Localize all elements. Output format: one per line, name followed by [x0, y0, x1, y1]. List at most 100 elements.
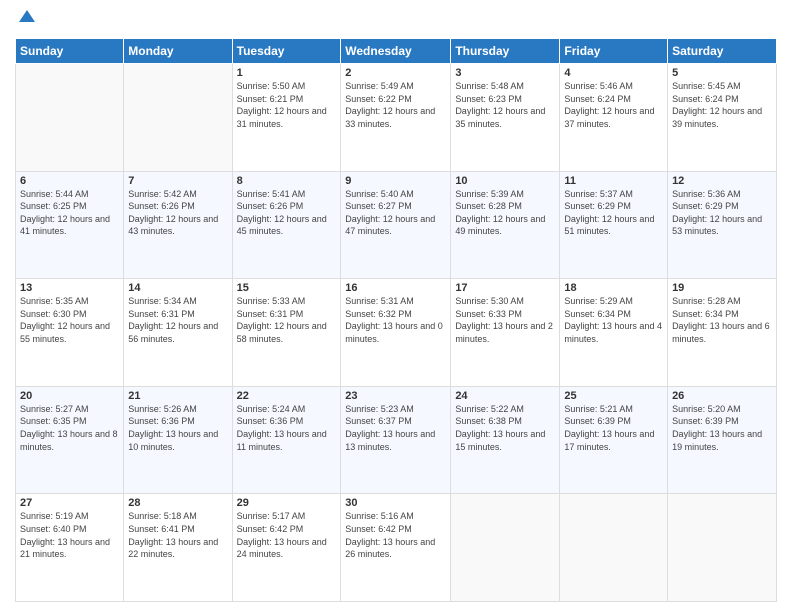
calendar-cell: 21Sunrise: 5:26 AM Sunset: 6:36 PM Dayli…: [124, 386, 232, 494]
calendar-week-row: 6Sunrise: 5:44 AM Sunset: 6:25 PM Daylig…: [16, 171, 777, 279]
calendar-cell: 17Sunrise: 5:30 AM Sunset: 6:33 PM Dayli…: [451, 279, 560, 387]
day-number: 28: [128, 497, 227, 509]
day-number: 14: [128, 282, 227, 294]
day-number: 7: [128, 175, 227, 187]
day-number: 4: [564, 67, 663, 79]
calendar-cell: 22Sunrise: 5:24 AM Sunset: 6:36 PM Dayli…: [232, 386, 341, 494]
calendar-cell: 4Sunrise: 5:46 AM Sunset: 6:24 PM Daylig…: [560, 64, 668, 172]
calendar-cell: 1Sunrise: 5:50 AM Sunset: 6:21 PM Daylig…: [232, 64, 341, 172]
calendar-cell: 19Sunrise: 5:28 AM Sunset: 6:34 PM Dayli…: [668, 279, 777, 387]
day-info: Sunrise: 5:26 AM Sunset: 6:36 PM Dayligh…: [128, 403, 227, 453]
day-number: 12: [672, 175, 772, 187]
calendar-cell: 7Sunrise: 5:42 AM Sunset: 6:26 PM Daylig…: [124, 171, 232, 279]
day-number: 29: [237, 497, 337, 509]
calendar-cell: 23Sunrise: 5:23 AM Sunset: 6:37 PM Dayli…: [341, 386, 451, 494]
day-number: 19: [672, 282, 772, 294]
calendar-cell: 25Sunrise: 5:21 AM Sunset: 6:39 PM Dayli…: [560, 386, 668, 494]
day-info: Sunrise: 5:28 AM Sunset: 6:34 PM Dayligh…: [672, 295, 772, 345]
day-info: Sunrise: 5:33 AM Sunset: 6:31 PM Dayligh…: [237, 295, 337, 345]
day-info: Sunrise: 5:31 AM Sunset: 6:32 PM Dayligh…: [345, 295, 446, 345]
day-info: Sunrise: 5:24 AM Sunset: 6:36 PM Dayligh…: [237, 403, 337, 453]
day-number: 8: [237, 175, 337, 187]
logo: [15, 10, 37, 30]
day-info: Sunrise: 5:23 AM Sunset: 6:37 PM Dayligh…: [345, 403, 446, 453]
day-info: Sunrise: 5:29 AM Sunset: 6:34 PM Dayligh…: [564, 295, 663, 345]
header: [15, 10, 777, 30]
day-info: Sunrise: 5:19 AM Sunset: 6:40 PM Dayligh…: [20, 510, 119, 560]
calendar-cell: 13Sunrise: 5:35 AM Sunset: 6:30 PM Dayli…: [16, 279, 124, 387]
day-number: 3: [455, 67, 555, 79]
day-number: 16: [345, 282, 446, 294]
day-info: Sunrise: 5:17 AM Sunset: 6:42 PM Dayligh…: [237, 510, 337, 560]
weekday-header-saturday: Saturday: [668, 39, 777, 64]
day-number: 9: [345, 175, 446, 187]
calendar-cell: 15Sunrise: 5:33 AM Sunset: 6:31 PM Dayli…: [232, 279, 341, 387]
calendar-cell: 20Sunrise: 5:27 AM Sunset: 6:35 PM Dayli…: [16, 386, 124, 494]
calendar-cell: 2Sunrise: 5:49 AM Sunset: 6:22 PM Daylig…: [341, 64, 451, 172]
day-number: 6: [20, 175, 119, 187]
calendar-cell: 5Sunrise: 5:45 AM Sunset: 6:24 PM Daylig…: [668, 64, 777, 172]
day-info: Sunrise: 5:18 AM Sunset: 6:41 PM Dayligh…: [128, 510, 227, 560]
calendar-cell: [668, 494, 777, 602]
calendar-cell: 18Sunrise: 5:29 AM Sunset: 6:34 PM Dayli…: [560, 279, 668, 387]
calendar-cell: 9Sunrise: 5:40 AM Sunset: 6:27 PM Daylig…: [341, 171, 451, 279]
calendar-week-row: 1Sunrise: 5:50 AM Sunset: 6:21 PM Daylig…: [16, 64, 777, 172]
calendar-table: SundayMondayTuesdayWednesdayThursdayFrid…: [15, 38, 777, 602]
day-info: Sunrise: 5:35 AM Sunset: 6:30 PM Dayligh…: [20, 295, 119, 345]
calendar-cell: 27Sunrise: 5:19 AM Sunset: 6:40 PM Dayli…: [16, 494, 124, 602]
calendar-week-row: 27Sunrise: 5:19 AM Sunset: 6:40 PM Dayli…: [16, 494, 777, 602]
weekday-header-wednesday: Wednesday: [341, 39, 451, 64]
day-info: Sunrise: 5:44 AM Sunset: 6:25 PM Dayligh…: [20, 188, 119, 238]
day-number: 11: [564, 175, 663, 187]
calendar-cell: 12Sunrise: 5:36 AM Sunset: 6:29 PM Dayli…: [668, 171, 777, 279]
day-info: Sunrise: 5:27 AM Sunset: 6:35 PM Dayligh…: [20, 403, 119, 453]
day-info: Sunrise: 5:48 AM Sunset: 6:23 PM Dayligh…: [455, 80, 555, 130]
day-info: Sunrise: 5:41 AM Sunset: 6:26 PM Dayligh…: [237, 188, 337, 238]
day-number: 17: [455, 282, 555, 294]
calendar-cell: [560, 494, 668, 602]
calendar-cell: 29Sunrise: 5:17 AM Sunset: 6:42 PM Dayli…: [232, 494, 341, 602]
day-info: Sunrise: 5:39 AM Sunset: 6:28 PM Dayligh…: [455, 188, 555, 238]
day-number: 27: [20, 497, 119, 509]
calendar-cell: 26Sunrise: 5:20 AM Sunset: 6:39 PM Dayli…: [668, 386, 777, 494]
weekday-header-monday: Monday: [124, 39, 232, 64]
calendar-cell: 6Sunrise: 5:44 AM Sunset: 6:25 PM Daylig…: [16, 171, 124, 279]
calendar-cell: 10Sunrise: 5:39 AM Sunset: 6:28 PM Dayli…: [451, 171, 560, 279]
day-info: Sunrise: 5:22 AM Sunset: 6:38 PM Dayligh…: [455, 403, 555, 453]
day-info: Sunrise: 5:36 AM Sunset: 6:29 PM Dayligh…: [672, 188, 772, 238]
day-info: Sunrise: 5:49 AM Sunset: 6:22 PM Dayligh…: [345, 80, 446, 130]
day-number: 18: [564, 282, 663, 294]
day-number: 10: [455, 175, 555, 187]
day-info: Sunrise: 5:42 AM Sunset: 6:26 PM Dayligh…: [128, 188, 227, 238]
day-info: Sunrise: 5:21 AM Sunset: 6:39 PM Dayligh…: [564, 403, 663, 453]
page: SundayMondayTuesdayWednesdayThursdayFrid…: [0, 0, 792, 612]
calendar-week-row: 13Sunrise: 5:35 AM Sunset: 6:30 PM Dayli…: [16, 279, 777, 387]
day-number: 5: [672, 67, 772, 79]
day-number: 24: [455, 390, 555, 402]
calendar-cell: 8Sunrise: 5:41 AM Sunset: 6:26 PM Daylig…: [232, 171, 341, 279]
calendar-cell: 16Sunrise: 5:31 AM Sunset: 6:32 PM Dayli…: [341, 279, 451, 387]
calendar-cell: [16, 64, 124, 172]
day-info: Sunrise: 5:50 AM Sunset: 6:21 PM Dayligh…: [237, 80, 337, 130]
day-number: 2: [345, 67, 446, 79]
calendar-cell: 24Sunrise: 5:22 AM Sunset: 6:38 PM Dayli…: [451, 386, 560, 494]
day-info: Sunrise: 5:16 AM Sunset: 6:42 PM Dayligh…: [345, 510, 446, 560]
calendar-cell: 14Sunrise: 5:34 AM Sunset: 6:31 PM Dayli…: [124, 279, 232, 387]
weekday-header-friday: Friday: [560, 39, 668, 64]
weekday-header-row: SundayMondayTuesdayWednesdayThursdayFrid…: [16, 39, 777, 64]
calendar-cell: 11Sunrise: 5:37 AM Sunset: 6:29 PM Dayli…: [560, 171, 668, 279]
weekday-header-sunday: Sunday: [16, 39, 124, 64]
day-info: Sunrise: 5:20 AM Sunset: 6:39 PM Dayligh…: [672, 403, 772, 453]
day-number: 21: [128, 390, 227, 402]
calendar-cell: [451, 494, 560, 602]
day-info: Sunrise: 5:46 AM Sunset: 6:24 PM Dayligh…: [564, 80, 663, 130]
day-info: Sunrise: 5:34 AM Sunset: 6:31 PM Dayligh…: [128, 295, 227, 345]
weekday-header-thursday: Thursday: [451, 39, 560, 64]
day-info: Sunrise: 5:40 AM Sunset: 6:27 PM Dayligh…: [345, 188, 446, 238]
weekday-header-tuesday: Tuesday: [232, 39, 341, 64]
day-info: Sunrise: 5:45 AM Sunset: 6:24 PM Dayligh…: [672, 80, 772, 130]
day-number: 26: [672, 390, 772, 402]
calendar-cell: 28Sunrise: 5:18 AM Sunset: 6:41 PM Dayli…: [124, 494, 232, 602]
calendar-week-row: 20Sunrise: 5:27 AM Sunset: 6:35 PM Dayli…: [16, 386, 777, 494]
logo-icon: [17, 8, 37, 28]
